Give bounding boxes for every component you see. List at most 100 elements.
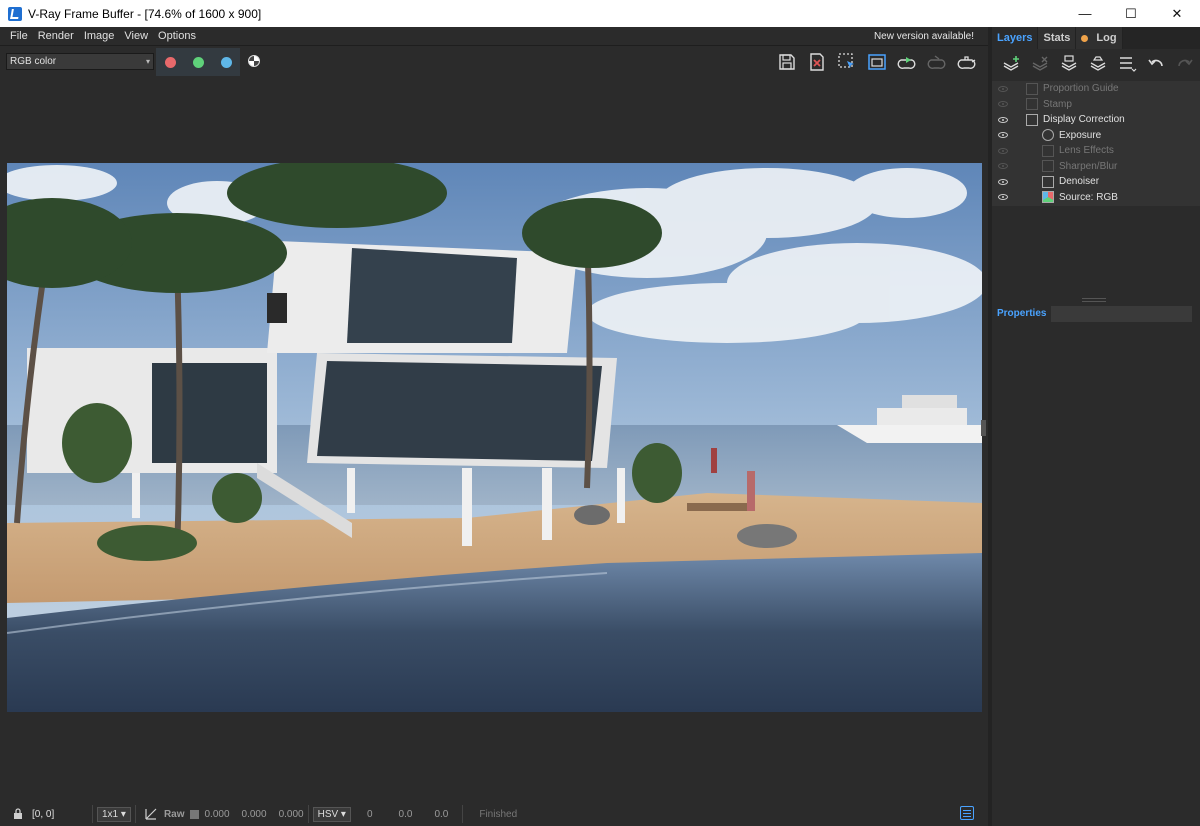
render-tools bbox=[774, 50, 980, 74]
divider bbox=[307, 805, 309, 823]
panel-split-handle[interactable] bbox=[1082, 298, 1106, 302]
sharpen-blur-icon bbox=[1042, 160, 1054, 173]
tab-stats[interactable]: Stats bbox=[1038, 27, 1077, 49]
curve-icon bbox=[1026, 113, 1038, 126]
layer-item-source-rgb[interactable]: Source: RGB bbox=[992, 190, 1200, 206]
create-layer-button[interactable] bbox=[998, 51, 1024, 77]
colorspace-value: HSV bbox=[317, 808, 339, 820]
lens-effects-icon bbox=[1042, 144, 1054, 157]
blue-dot-icon bbox=[220, 56, 232, 68]
layer-item-proportion-guide[interactable]: Proportion Guide bbox=[992, 81, 1200, 97]
properties-title: Properties bbox=[992, 306, 1052, 322]
pixel-coordinates: [0, 0] bbox=[32, 808, 55, 820]
visibility-eye-icon[interactable] bbox=[998, 132, 1008, 139]
create-layer-icon bbox=[1003, 56, 1019, 71]
raw-swatch bbox=[189, 809, 199, 819]
title-bar: V-Ray Frame Buffer - [74.6% of 1600 x 90… bbox=[0, 0, 1200, 27]
blue-channel-button[interactable] bbox=[212, 48, 240, 76]
region-render-button[interactable] bbox=[834, 50, 860, 74]
red-dot-icon bbox=[164, 56, 176, 68]
layer-item-denoiser[interactable]: Denoiser bbox=[992, 174, 1200, 190]
load-layers-icon bbox=[1090, 56, 1106, 71]
zoom-value: 1x1 bbox=[102, 808, 119, 820]
monochrome-icon bbox=[248, 55, 260, 67]
g-value: 0.000 bbox=[241, 808, 267, 820]
r-value: 0.000 bbox=[204, 808, 230, 820]
layer-item-stamp[interactable]: Stamp bbox=[992, 97, 1200, 113]
h-value: 0 bbox=[366, 808, 373, 820]
proportion-guide-icon bbox=[1026, 82, 1038, 95]
layers-panel: Layers Stats Log Proportion Guide Stamp … bbox=[992, 27, 1200, 826]
viewport-resize-handle[interactable] bbox=[981, 420, 986, 436]
teapot-icon bbox=[957, 56, 976, 69]
render-image bbox=[7, 163, 982, 712]
layer-item-exposure[interactable]: Exposure bbox=[992, 128, 1200, 144]
layer-item-display-correction[interactable]: Display Correction bbox=[992, 112, 1200, 128]
delete-layer-button[interactable] bbox=[1027, 51, 1053, 77]
layer-label: Source: RGB bbox=[1059, 191, 1118, 203]
green-channel-button[interactable] bbox=[184, 48, 212, 76]
clear-button[interactable] bbox=[804, 50, 830, 74]
load-layers-button[interactable] bbox=[1085, 51, 1111, 77]
save-button[interactable] bbox=[774, 50, 800, 74]
layer-item-lens-effects[interactable]: Lens Effects bbox=[992, 143, 1200, 159]
vray-logo-icon bbox=[8, 6, 22, 21]
redo-button[interactable] bbox=[1172, 51, 1198, 77]
tab-log[interactable]: Log bbox=[1076, 27, 1123, 49]
save-layers-button[interactable] bbox=[1056, 51, 1082, 77]
properties-header: Properties bbox=[992, 306, 1192, 322]
list-icon bbox=[1120, 57, 1137, 72]
visibility-eye-icon[interactable] bbox=[998, 147, 1008, 154]
menu-image[interactable]: Image bbox=[79, 30, 120, 42]
save-icon bbox=[779, 54, 795, 70]
zoom-select[interactable]: 1x1 ▾ bbox=[97, 806, 131, 822]
visibility-eye-icon[interactable] bbox=[998, 163, 1008, 170]
save-layers-icon bbox=[1061, 55, 1077, 71]
render-button[interactable] bbox=[894, 50, 920, 74]
status-bar: [0, 0] 1x1 ▾ Raw 0.000 0.000 0.000 HSV ▾… bbox=[0, 802, 988, 826]
monochrome-button[interactable] bbox=[246, 53, 262, 69]
minimize-button[interactable]: — bbox=[1062, 0, 1108, 27]
new-version-link[interactable]: New version available! bbox=[874, 31, 974, 42]
maximize-button[interactable]: ☐ bbox=[1108, 0, 1154, 27]
layer-item-sharpen-blur[interactable]: Sharpen/Blur bbox=[992, 159, 1200, 175]
undo-button[interactable] bbox=[1143, 51, 1169, 77]
layer-label: Exposure bbox=[1059, 129, 1102, 141]
raw-label: Raw bbox=[163, 808, 185, 820]
lock-icon[interactable] bbox=[12, 808, 24, 820]
color-picker-icon[interactable] bbox=[144, 807, 158, 821]
clear-icon bbox=[810, 53, 824, 71]
denoiser-icon bbox=[1042, 175, 1054, 188]
channel-select[interactable]: RGB color ▾ bbox=[6, 53, 154, 70]
v-value: 0.0 bbox=[434, 808, 449, 820]
teapot-button[interactable] bbox=[954, 50, 980, 74]
toggle-panel-button[interactable] bbox=[960, 806, 974, 820]
red-channel-button[interactable] bbox=[156, 48, 184, 76]
divider bbox=[92, 805, 93, 823]
divider bbox=[462, 805, 464, 823]
undo-icon bbox=[1148, 59, 1163, 67]
colorspace-select[interactable]: HSV ▾ bbox=[312, 806, 351, 822]
menu-file[interactable]: File bbox=[0, 30, 33, 42]
green-dot-icon bbox=[192, 56, 204, 68]
stamp-icon bbox=[1026, 98, 1038, 111]
close-button[interactable]: ✕ bbox=[1154, 0, 1200, 27]
layer-label: Display Correction bbox=[1043, 114, 1125, 126]
visibility-eye-icon[interactable] bbox=[998, 178, 1008, 185]
track-mouse-button[interactable] bbox=[864, 50, 890, 74]
window-title: V-Ray Frame Buffer - [74.6% of 1600 x 90… bbox=[28, 6, 262, 21]
tab-layers[interactable]: Layers bbox=[992, 27, 1039, 49]
render-interactive-button[interactable] bbox=[924, 50, 950, 74]
layer-label: Lens Effects bbox=[1059, 145, 1114, 157]
render-viewport[interactable] bbox=[7, 163, 982, 712]
menu-view[interactable]: View bbox=[119, 30, 153, 42]
visibility-eye-icon[interactable] bbox=[998, 116, 1008, 123]
visibility-eye-icon[interactable] bbox=[998, 194, 1008, 201]
menu-options[interactable]: Options bbox=[153, 30, 201, 42]
menu-render[interactable]: Render bbox=[33, 30, 79, 42]
layer-tree: Proportion Guide Stamp Display Correctio… bbox=[992, 81, 1200, 206]
layer-options-button[interactable] bbox=[1114, 51, 1140, 77]
visibility-eye-icon[interactable] bbox=[998, 85, 1008, 92]
s-value: 0.0 bbox=[398, 808, 413, 820]
visibility-eye-icon[interactable] bbox=[998, 101, 1008, 108]
